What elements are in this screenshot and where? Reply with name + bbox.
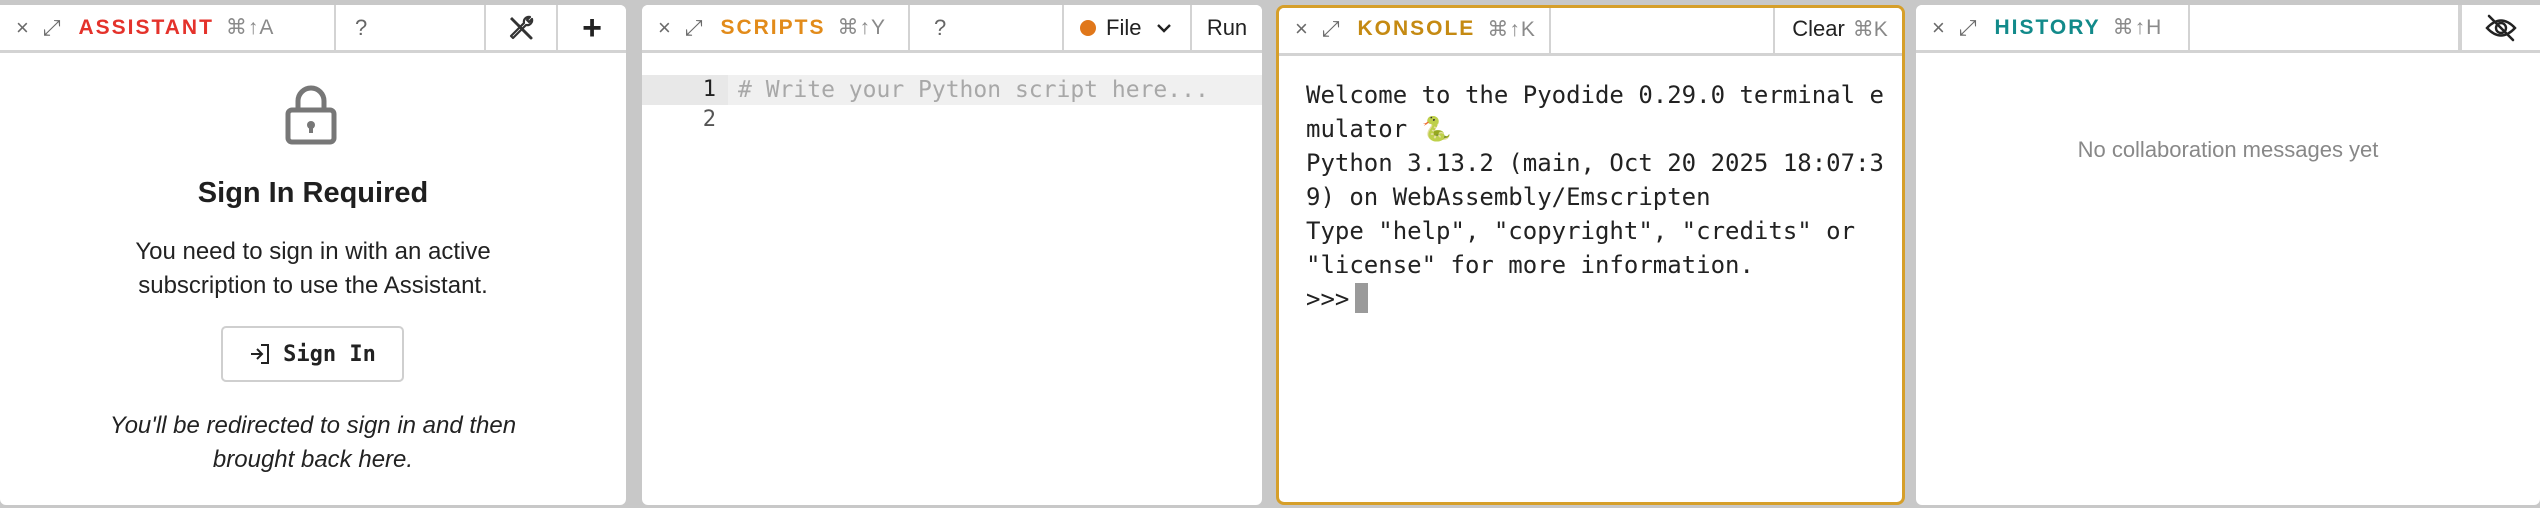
clear-label: Clear xyxy=(1792,16,1845,41)
run-button[interactable]: Run xyxy=(1192,5,1262,50)
run-label: Run xyxy=(1206,14,1248,40)
unsaved-dot-icon xyxy=(1080,19,1096,36)
expand-icon[interactable]: ⤢ xyxy=(685,15,703,41)
redirect-line1: You'll be redirected to sign in and then xyxy=(109,412,517,439)
history-header: × ⤢ HISTORY ⌘↑H xyxy=(1916,5,2540,53)
scripts-panel: × ⤢ SCRIPTS ⌘↑Y ? File Run 1 2 # Write y… xyxy=(642,5,1262,505)
assistant-header: × ⤢ ASSISTANT ⌘↑A ? + xyxy=(0,5,626,53)
redirect-note: You'll be redirected to sign in and then… xyxy=(0,409,626,477)
help-button[interactable]: ? xyxy=(355,15,367,41)
signin-description: You need to sign in with an active subsc… xyxy=(0,235,626,303)
help-button[interactable]: ? xyxy=(934,15,946,41)
clear-shortcut: ⌘K xyxy=(1852,17,1888,41)
history-panel: × ⤢ HISTORY ⌘↑H No collaboration message… xyxy=(1916,5,2540,505)
file-label: File xyxy=(1106,14,1142,40)
expand-icon[interactable]: ⤢ xyxy=(43,15,61,41)
konsole-shortcut: ⌘↑K xyxy=(1487,17,1536,41)
signin-desc-line1: You need to sign in with an active xyxy=(135,238,491,265)
tools-icon xyxy=(509,15,534,39)
file-menu-button[interactable]: File xyxy=(1064,5,1192,50)
chevron-down-icon xyxy=(1157,23,1172,33)
terminal-cursor xyxy=(1355,283,1369,313)
scripts-title: SCRIPTS xyxy=(720,15,826,39)
close-icon[interactable]: × xyxy=(1932,15,1945,41)
close-icon[interactable]: × xyxy=(1295,16,1308,42)
history-empty-message: No collaboration messages yet xyxy=(2077,137,2379,162)
expand-icon[interactable]: ⤢ xyxy=(1959,15,1977,41)
close-icon[interactable]: × xyxy=(16,15,29,41)
editor-placeholder: # Write your Python script here... xyxy=(738,77,1209,103)
assistant-title-bar[interactable]: × ⤢ ASSISTANT ⌘↑A xyxy=(0,5,336,50)
konsole-header-spacer xyxy=(1551,8,1775,53)
signin-heading: Sign In Required xyxy=(197,177,429,209)
line-number: 1 xyxy=(642,75,728,105)
signin-desc-line2: subscription to use the Assistant. xyxy=(138,272,488,299)
sign-in-icon xyxy=(251,344,270,364)
assistant-panel: × ⤢ ASSISTANT ⌘↑A ? + Sign In Required Y… xyxy=(0,5,626,505)
eye-off-icon xyxy=(2485,14,2517,41)
line-number-gutter: 1 2 xyxy=(642,75,728,135)
close-icon[interactable]: × xyxy=(658,15,671,41)
konsole-title-bar[interactable]: × ⤢ KONSOLE ⌘↑K xyxy=(1279,8,1551,53)
terminal-prompt: >>> xyxy=(1306,285,1350,313)
history-header-spacer xyxy=(2190,5,2460,50)
assistant-help-cell: ? xyxy=(336,5,486,50)
assistant-title: ASSISTANT xyxy=(78,15,214,39)
history-shortcut: ⌘↑H xyxy=(2112,16,2163,39)
sign-in-label: Sign In xyxy=(283,341,376,367)
scripts-title-bar[interactable]: × ⤢ SCRIPTS ⌘↑Y xyxy=(642,5,910,50)
script-editor[interactable]: # Write your Python script here... xyxy=(728,75,1262,105)
assistant-shortcut: ⌘↑A xyxy=(225,16,275,39)
scripts-help-cell: ? xyxy=(910,5,1064,50)
scripts-header: × ⤢ SCRIPTS ⌘↑Y ? File Run xyxy=(642,5,1262,53)
terminal-output[interactable]: Welcome to the Pyodide 0.29.0 terminal e… xyxy=(1306,78,1886,316)
terminal-text: Welcome to the Pyodide 0.29.0 terminal e… xyxy=(1306,81,1884,279)
konsole-header: × ⤢ KONSOLE ⌘↑K Clear ⌘K xyxy=(1279,8,1902,56)
tools-button[interactable] xyxy=(486,5,558,50)
line-number: 2 xyxy=(702,107,716,132)
expand-icon[interactable]: ⤢ xyxy=(1322,16,1340,42)
scripts-shortcut: ⌘↑Y xyxy=(837,16,886,39)
konsole-panel: × ⤢ KONSOLE ⌘↑K Clear ⌘K Welcome to the … xyxy=(1276,5,1905,505)
new-chat-button[interactable]: + xyxy=(558,5,626,50)
lock-icon xyxy=(285,85,337,145)
history-title-bar[interactable]: × ⤢ HISTORY ⌘↑H xyxy=(1916,5,2190,50)
history-title: HISTORY xyxy=(1994,15,2101,39)
sign-in-button[interactable]: Sign In xyxy=(221,326,404,382)
hide-history-button[interactable] xyxy=(2460,5,2540,50)
clear-button[interactable]: Clear ⌘K xyxy=(1775,8,1902,53)
redirect-line2: brought back here. xyxy=(212,446,414,473)
plus-icon: + xyxy=(582,8,602,47)
konsole-title: KONSOLE xyxy=(1357,17,1476,40)
